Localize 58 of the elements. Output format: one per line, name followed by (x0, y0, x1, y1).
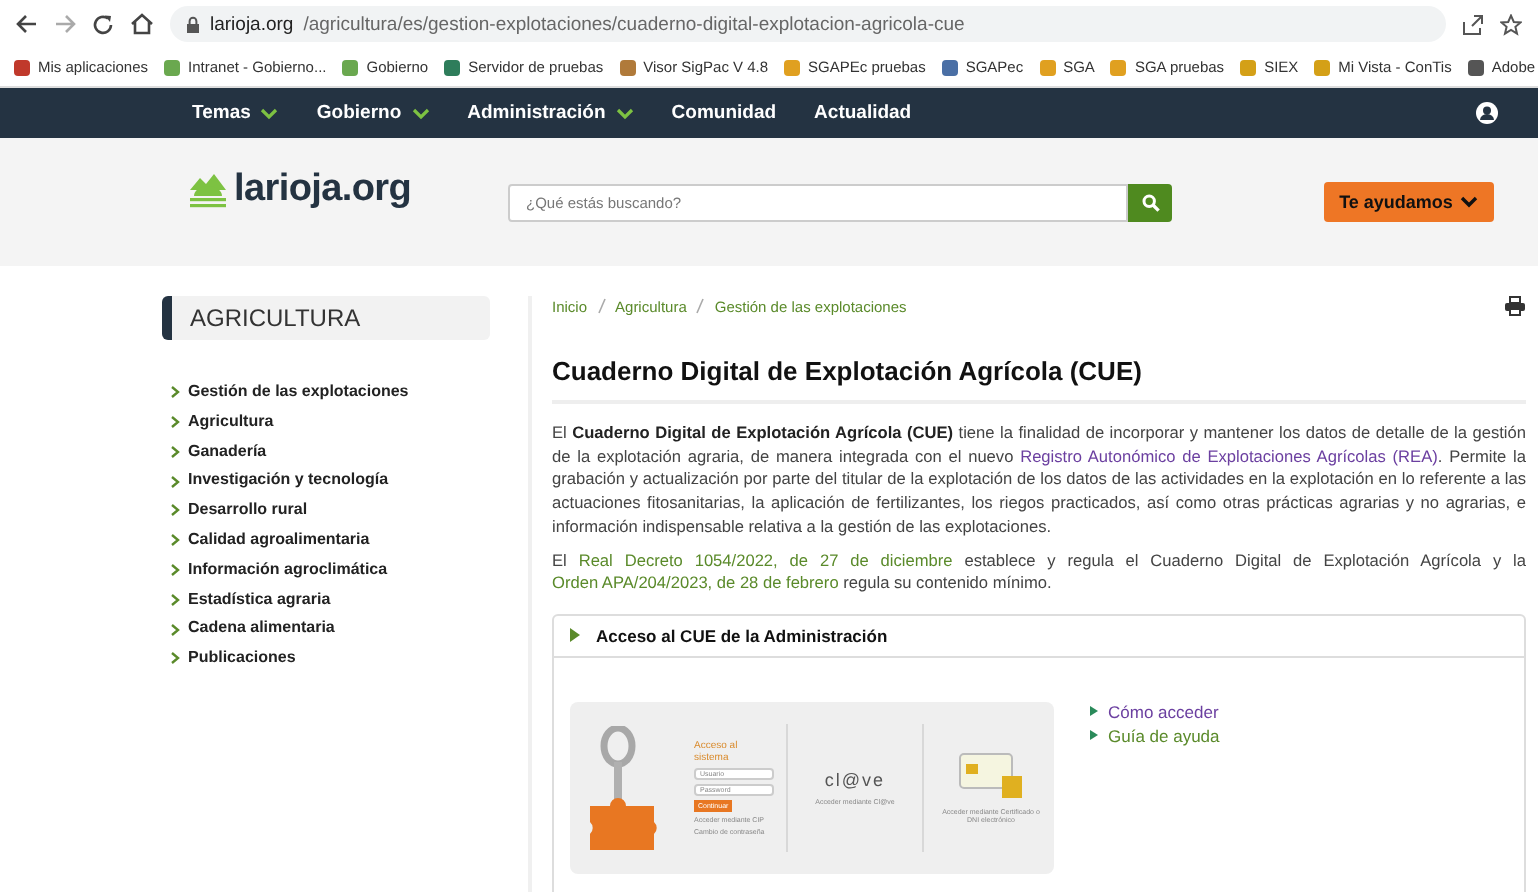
chevron-right-icon (170, 415, 180, 428)
key-drawing (586, 725, 662, 850)
star-icon[interactable] (1500, 13, 1522, 35)
search-icon (1141, 193, 1159, 211)
certificate-card-drawing (957, 751, 1025, 800)
chevron-down-icon (1460, 196, 1479, 208)
section-heading: AGRICULTURA (162, 296, 490, 340)
nav-menu-item[interactable]: Actualidad (814, 102, 912, 124)
chevron-right-icon (170, 445, 180, 458)
help-dropdown-button[interactable]: Te ayudamos (1324, 182, 1494, 222)
text-link[interactable]: Real Decreto 1054/2022, de 27 de diciembre (578, 549, 953, 570)
sidebar-link[interactable]: Calidad agroalimentaria (170, 527, 490, 553)
page-title: Cuaderno Digital de Explotación Agrícola (CUE) (552, 356, 1526, 404)
nav-menu-item[interactable]: Temas (192, 102, 279, 124)
chevron-right-icon (170, 593, 180, 606)
reload-icon[interactable] (92, 13, 114, 35)
help-link[interactable]: Cómo acceder (1090, 701, 1220, 722)
print-icon[interactable] (1504, 296, 1526, 316)
sidebar-link[interactable]: Estadística agraria (170, 587, 490, 612)
triangle-icon (570, 628, 582, 643)
chevron-right-icon (170, 534, 180, 547)
chevron-right-icon (170, 652, 180, 665)
chevron-right-icon (170, 623, 180, 636)
chevron-right-icon (170, 475, 180, 488)
nav-menu-item[interactable]: Administración (467, 102, 634, 124)
sidebar-link[interactable]: Publicaciones (170, 646, 490, 671)
accordion-header[interactable]: Acceso al CUE de la Administración (554, 615, 1524, 658)
breadcrumb-separator (597, 298, 606, 314)
triangle-icon (1090, 730, 1098, 741)
paragraph: El Real Decreto 1054/2022, de 27 de diciembre establece y regula el Cuaderno Digital de Explotación Agrícola y la Orden APA/204/2023, de 28 de febrero regula su contenido mínimo. (552, 549, 1526, 596)
paragraph: El Cuaderno Digital de Explotación Agrícola (CUE) tiene la finalidad de incorporar y mantener los datos de detalle de la gestión de la explotación agraria, de manera integrada con el nuevo Registro Autonómico de Explotaciones Agrícolas (REA). Permite la grabación y actualización por parte del titular de la explotación de los datos de las actividades en la explotación en lo referente a las actuaciones fitosanitarias, la aplicación de fertilizantes, los riegos practicados, así como otras prácticas agrarias y no agrarias, e información indispensable relativa a la gestión de las explotaciones. (552, 422, 1526, 540)
back-icon[interactable] (16, 14, 38, 34)
chevron-right-icon (170, 504, 180, 517)
triangle-icon (1090, 706, 1098, 717)
user-icon[interactable] (1476, 102, 1498, 124)
sidebar-link[interactable]: Información agroclimática (170, 557, 490, 583)
lock-icon (186, 15, 200, 33)
nav-menu-item[interactable]: Comunidad (671, 102, 777, 124)
text-link[interactable]: Registro Autonómico de Explotaciones Agrícolas (REA) (1020, 445, 1438, 466)
chevron-right-icon (170, 386, 180, 399)
site-logo[interactable]: larioja.org (234, 168, 412, 212)
breadcrumb-separator (696, 298, 705, 314)
text-link[interactable]: Orden APA/204/2023, de 28 de febrero (552, 572, 839, 593)
logo-icon (188, 172, 228, 208)
nav-menu-item[interactable]: Gobierno (316, 102, 430, 124)
help-link[interactable]: Guía de ayuda (1090, 725, 1220, 746)
sidebar-link[interactable]: Ganadería (170, 439, 490, 464)
chevron-right-icon (170, 563, 180, 576)
clave-logo: cl@ve (824, 769, 886, 790)
sidebar-link[interactable]: Gestión de las explotaciones (170, 380, 490, 405)
home-icon[interactable] (130, 12, 154, 36)
address-bar[interactable]: larioja.org /agricultura/es/gestion-explotaciones/cuaderno-digital-explotacion-agricola-cue (170, 6, 1446, 42)
sidebar-link[interactable]: Agricultura (170, 409, 490, 435)
share-icon[interactable] (1462, 13, 1484, 35)
search-button[interactable] (1128, 183, 1172, 221)
sidebar-link[interactable]: Investigación y tecnología (170, 468, 490, 494)
sidebar-link[interactable]: Desarrollo rural (170, 498, 490, 523)
sidebar-link[interactable]: Cadena alimentaria (170, 616, 490, 642)
